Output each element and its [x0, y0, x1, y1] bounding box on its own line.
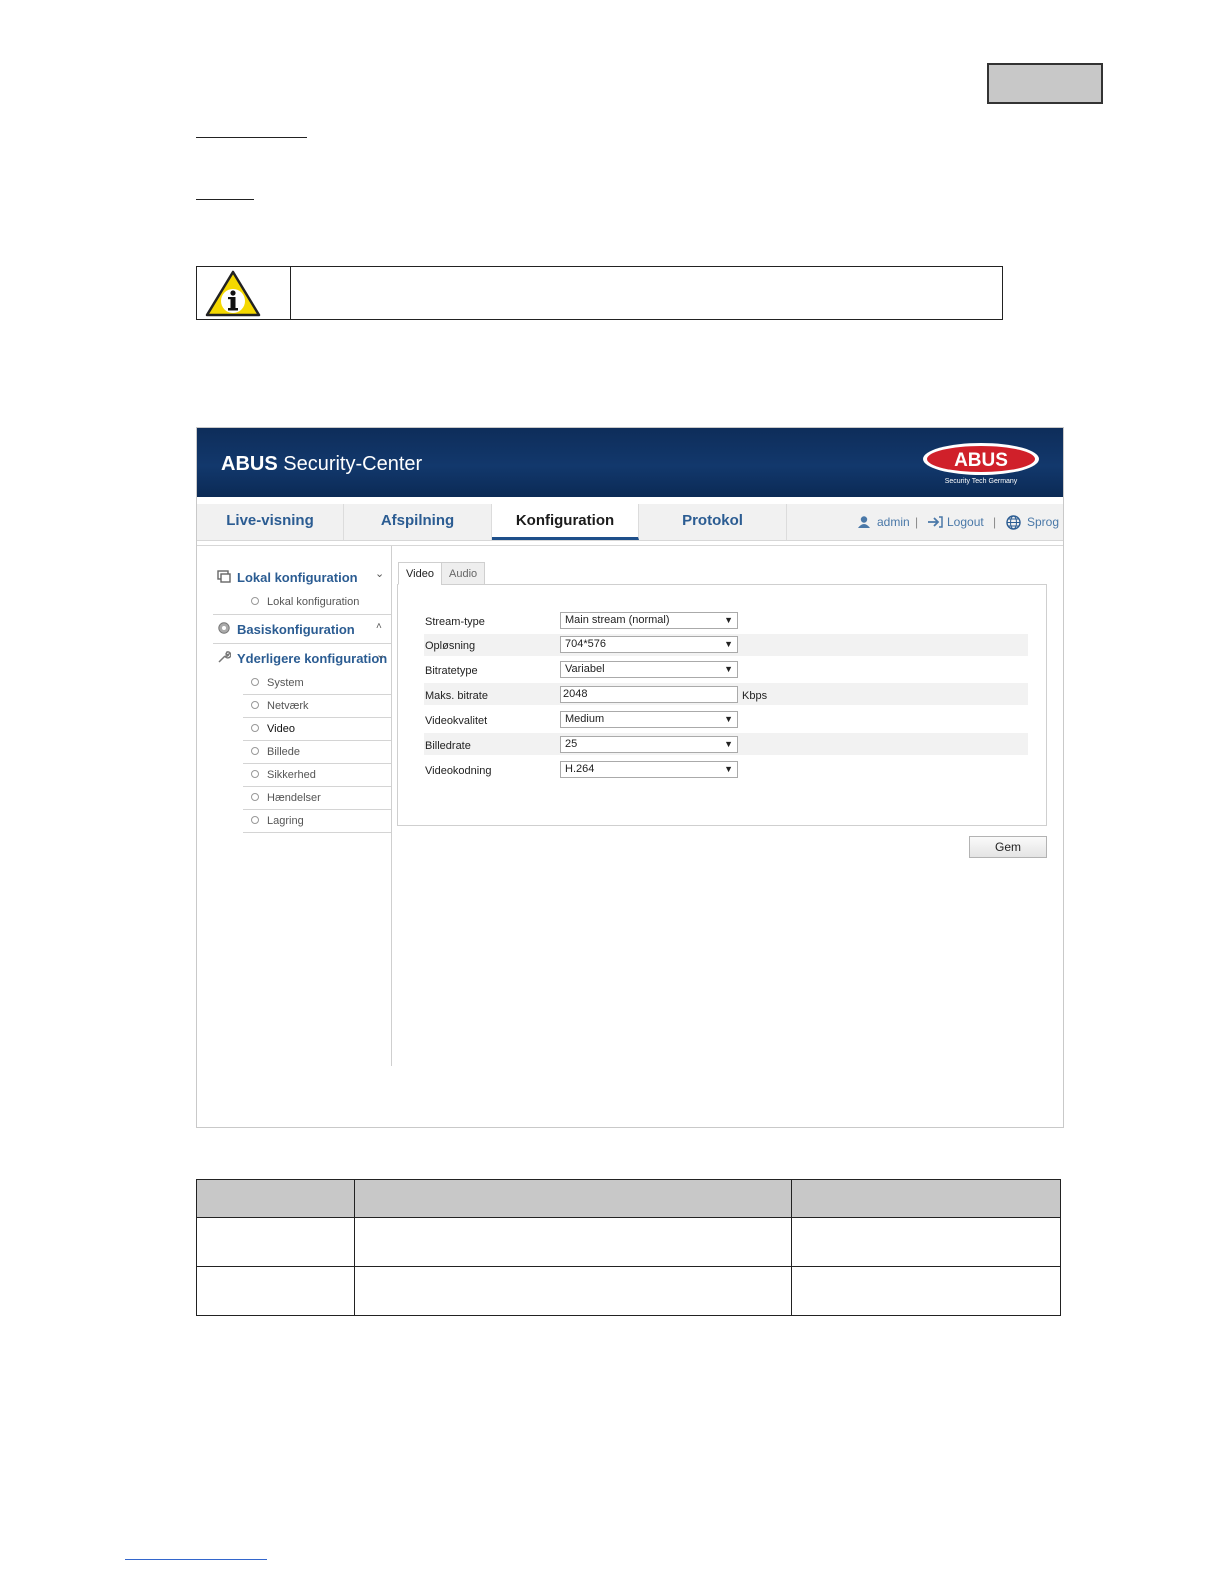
resolution-label: Opløsning [425, 640, 476, 652]
sidebar-item-network[interactable]: Netværk [251, 700, 309, 712]
dropdown-arrow-icon: ▼ [724, 615, 733, 625]
dropdown-arrow-icon: ▼ [724, 664, 733, 674]
table-cell [791, 1266, 1061, 1316]
subtab-audio[interactable]: Audio [441, 562, 486, 585]
video-quality-select[interactable]: Medium ▼ [560, 711, 738, 728]
table-header-cell [354, 1179, 792, 1218]
chevron-down-icon[interactable]: ⌄ [376, 648, 385, 661]
sidebar-item-events[interactable]: Hændelser [251, 792, 321, 804]
max-bitrate-label: Maks. bitrate [425, 690, 488, 702]
video-encoding-label: Videokodning [425, 765, 492, 777]
dropdown-arrow-icon: ▼ [724, 714, 733, 724]
app-header: ABUS Security-Center ABUS Security Tech … [197, 428, 1063, 497]
info-warning-icon [205, 270, 261, 317]
sidebar-local-config[interactable]: Lokal konfiguration [237, 570, 358, 585]
gear-icon [218, 622, 230, 634]
user-name[interactable]: admin [877, 504, 910, 540]
main-navigation: Live-visning Afspilning Konfiguration Pr… [197, 504, 1063, 541]
resolution-select[interactable]: 704*576 ▼ [560, 636, 738, 653]
table-cell [196, 1217, 355, 1267]
security-center-window: ABUS Security-Center ABUS Security Tech … [196, 427, 1064, 1128]
sidebar-item-system[interactable]: System [251, 677, 304, 689]
sidebar-item-video[interactable]: Video [251, 723, 295, 735]
section-heading-underline [196, 137, 307, 138]
logout-icon [928, 516, 943, 528]
header-box [987, 63, 1103, 104]
sidebar-advanced-config[interactable]: Yderligere konfiguration [237, 651, 387, 666]
table-cell [354, 1266, 792, 1316]
tab-configuration[interactable]: Konfiguration [492, 504, 639, 540]
dropdown-arrow-icon: ▼ [724, 639, 733, 649]
subtab-video[interactable]: Video [398, 562, 442, 585]
globe-icon [1006, 515, 1021, 530]
bitrate-type-select[interactable]: Variabel ▼ [560, 661, 738, 678]
sidebar-basic-config[interactable]: Basiskonfiguration [237, 622, 355, 637]
stream-type-select[interactable]: Main stream (normal) ▼ [560, 612, 738, 629]
chevron-up-icon[interactable]: ˄ [376, 621, 382, 632]
sidebar-divider [391, 546, 392, 1066]
user-icon [858, 516, 870, 528]
tab-playback[interactable]: Afspilning [344, 504, 492, 540]
save-button[interactable]: Gem [969, 836, 1047, 858]
video-encoding-select[interactable]: H.264 ▼ [560, 761, 738, 778]
sidebar-item-storage[interactable]: Lagring [251, 815, 304, 827]
language-link[interactable]: Sprog [1027, 504, 1059, 540]
nav-separator: | [915, 515, 919, 529]
max-bitrate-unit: Kbps [742, 690, 768, 702]
info-note-box [196, 266, 1003, 320]
sidebar-item-security[interactable]: Sikkerhed [251, 769, 316, 781]
dropdown-arrow-icon: ▼ [724, 739, 733, 749]
chevron-down-icon[interactable]: ⌄ [375, 567, 384, 580]
table-cell [354, 1217, 792, 1267]
table-header-cell [196, 1179, 355, 1218]
tab-live-view[interactable]: Live-visning [197, 504, 344, 540]
subheading-underline [196, 199, 254, 200]
video-quality-label: Videokvalitet [425, 715, 488, 727]
sidebar-item-image[interactable]: Billede [251, 746, 300, 758]
sidebar-item-local-config[interactable]: Lokal konfiguration [251, 596, 359, 608]
table-cell [791, 1217, 1061, 1267]
abus-logo: ABUS Security Tech Germany [923, 443, 1039, 485]
logout-link[interactable]: Logout [947, 504, 984, 540]
stream-type-label: Stream-type [425, 616, 485, 628]
local-config-icon [217, 570, 231, 583]
wrench-icon [218, 651, 231, 663]
bitrate-type-label: Bitratetype [425, 665, 478, 677]
dropdown-arrow-icon: ▼ [724, 764, 733, 774]
frame-rate-label: Billedrate [425, 740, 471, 752]
max-bitrate-input[interactable]: 2048 [560, 686, 738, 703]
nav-separator: | [993, 515, 997, 529]
video-settings-panel: Stream-type Main stream (normal) ▼ Opløsn… [397, 584, 1047, 826]
svg-text:Security Tech Germany: Security Tech Germany [945, 478, 1018, 485]
table-cell [196, 1266, 355, 1316]
tab-log[interactable]: Protokol [639, 504, 787, 540]
config-content: Lokal konfiguration ⌄ Lokal konfiguratio… [197, 545, 1063, 1129]
app-title: ABUS Security-Center [221, 453, 423, 475]
frame-rate-select[interactable]: 25 ▼ [560, 736, 738, 753]
svg-text:ABUS: ABUS [954, 450, 1008, 471]
table-header-cell [791, 1179, 1061, 1218]
footer-link-underline [125, 1559, 267, 1560]
parameter-table [196, 1179, 1061, 1316]
